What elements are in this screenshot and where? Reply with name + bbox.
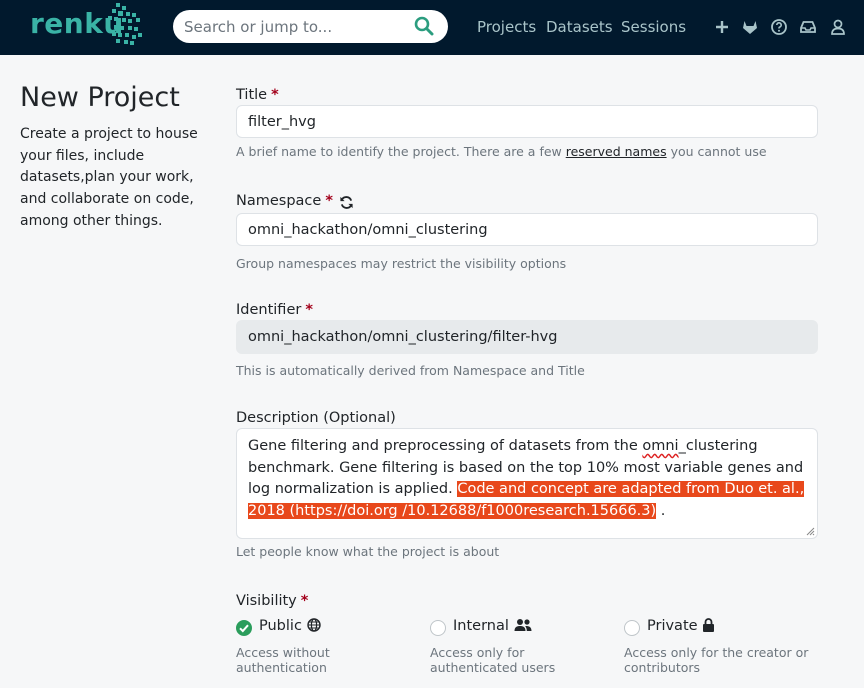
private-radio[interactable]: [624, 620, 640, 636]
description-text: Gene filtering and preprocessing of data…: [248, 438, 643, 454]
search-icon[interactable]: [414, 16, 434, 36]
gitlab-icon[interactable]: [741, 18, 759, 36]
required-mark: *: [305, 302, 313, 318]
spelling-error: omni: [642, 438, 679, 454]
plus-icon[interactable]: [713, 18, 731, 36]
logo-text: renku: [30, 7, 124, 40]
description-textarea[interactable]: Gene filtering and preprocessing of data…: [236, 428, 818, 539]
page-intro: Create a project to house your files, in…: [20, 126, 198, 229]
public-label: Public: [259, 618, 321, 634]
namespace-help: Group namespaces may restrict the visibi…: [236, 256, 567, 271]
nav-projects[interactable]: Projects: [477, 18, 536, 36]
refresh-icon[interactable]: [339, 195, 354, 210]
reserved-names-link[interactable]: reserved names: [566, 144, 667, 159]
required-mark: *: [325, 193, 333, 209]
top-navbar: renku Projects Datasets Sessions: [0, 0, 864, 55]
public-label-text: Public: [259, 618, 302, 634]
help-icon[interactable]: [770, 18, 788, 36]
inbox-icon[interactable]: [799, 18, 817, 36]
public-help: Access without authentication: [236, 645, 330, 675]
identifier-label: Identifier *: [236, 302, 313, 318]
private-label: Private: [647, 618, 715, 634]
title-input-value: filter_hvg: [248, 113, 316, 130]
check-icon: [239, 624, 249, 633]
internal-label: Internal: [453, 618, 532, 634]
namespace-input-value: omni_hackathon/omni_clustering: [248, 221, 488, 238]
identifier-input-value: omni_hackathon/omni_clustering/filter-hv…: [248, 329, 558, 345]
namespace-input[interactable]: omni_hackathon/omni_clustering: [236, 213, 818, 246]
lock-icon: [703, 618, 715, 632]
visibility-label-text: Visibility: [236, 593, 297, 609]
globe-icon: [306, 618, 321, 632]
title-label: Title *: [236, 87, 279, 103]
description-text: .: [656, 502, 666, 519]
search-input[interactable]: [173, 10, 448, 43]
identifier-input: omni_hackathon/omni_clustering/filter-hv…: [236, 320, 818, 354]
resize-handle-icon[interactable]: [806, 527, 815, 536]
title-help-text-end: you cannot use: [666, 144, 767, 159]
required-mark: *: [271, 87, 279, 103]
namespace-label-text: Namespace: [236, 193, 322, 209]
identifier-label-text: Identifier: [236, 302, 302, 318]
nav-datasets[interactable]: Datasets: [546, 18, 613, 36]
title-help-text: A brief name to identify the project. Th…: [236, 144, 566, 159]
internal-label-text: Internal: [453, 618, 509, 634]
title-label-text: Title: [236, 87, 268, 103]
internal-radio[interactable]: [430, 620, 446, 636]
description-help: Let people know what the project is abou…: [236, 544, 500, 559]
namespace-label: Namespace *: [236, 193, 333, 209]
required-mark: *: [300, 593, 309, 609]
nav-sessions[interactable]: Sessions: [621, 18, 686, 36]
page-title: New Project: [20, 82, 180, 113]
title-help: A brief name to identify the project. Th…: [236, 144, 767, 159]
description-label: Description (Optional): [236, 410, 396, 426]
title-input[interactable]: filter_hvg: [236, 105, 818, 138]
public-radio[interactable]: [236, 620, 252, 636]
private-help: Access only for the creator or contribut…: [624, 645, 809, 675]
private-label-text: Private: [647, 618, 698, 634]
visibility-label: Visibility *: [236, 593, 308, 609]
users-icon: [514, 619, 531, 631]
identifier-help: This is automatically derived from Names…: [236, 363, 585, 378]
internal-help: Access only for authenticated users: [430, 645, 556, 675]
user-icon[interactable]: [829, 18, 847, 36]
renku-logo[interactable]: renku: [28, 0, 148, 52]
